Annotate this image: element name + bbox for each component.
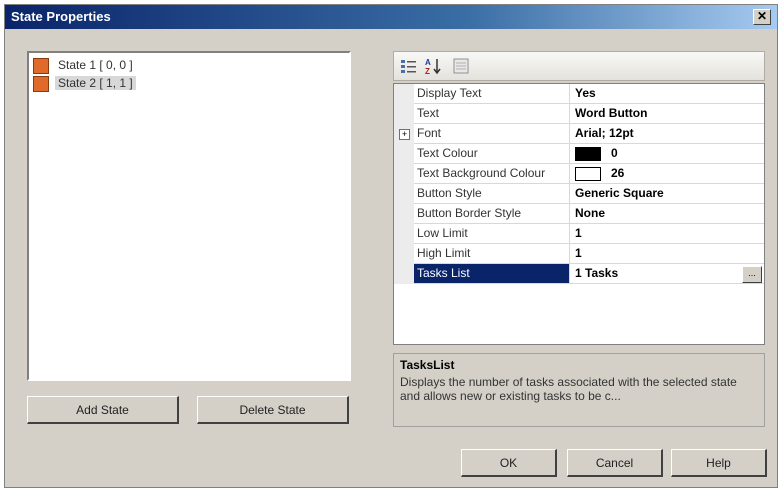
property-row[interactable]: Tasks List 1 Tasks ... — [394, 264, 764, 284]
title-bar: State Properties ✕ — [5, 5, 777, 29]
property-name: Button Border Style — [414, 204, 570, 223]
svg-text:A: A — [425, 58, 431, 67]
property-name: Low Limit — [414, 224, 570, 243]
alphabetical-sort-icon[interactable]: AZ — [424, 57, 442, 76]
property-value: 1 — [575, 246, 582, 260]
property-row[interactable]: High Limit 1 — [394, 244, 764, 264]
property-row[interactable]: Button Border Style None — [394, 204, 764, 224]
close-icon: ✕ — [756, 9, 768, 23]
ok-button[interactable]: OK — [461, 449, 557, 477]
state-list-item[interactable]: State 1 [ 0, 0 ] — [33, 57, 136, 74]
state-color-icon — [33, 57, 49, 74]
description-title: TasksList — [400, 358, 455, 372]
property-name: Text Colour — [414, 144, 570, 163]
property-name: Text — [414, 104, 570, 123]
row-gutter — [394, 84, 414, 104]
help-button[interactable]: Help — [671, 449, 767, 477]
property-row[interactable]: + Font Arial; 12pt — [394, 124, 764, 144]
property-name: Tasks List — [414, 264, 570, 283]
row-gutter — [394, 244, 414, 264]
property-name: Button Style — [414, 184, 570, 203]
row-gutter — [394, 264, 414, 284]
color-swatch — [575, 146, 601, 161]
property-value: 1 — [575, 226, 582, 240]
state-properties-dialog: State Properties ✕ State 1 [ 0, 0 ] Stat… — [4, 4, 778, 488]
property-row[interactable]: Text Colour 0 — [394, 144, 764, 164]
close-button[interactable]: ✕ — [753, 9, 771, 25]
property-value: 1 Tasks — [575, 266, 619, 280]
property-panel: AZ Display Text Yes Text Word Button + F… — [393, 51, 765, 427]
row-gutter — [394, 204, 414, 224]
property-value-cell: 1 Tasks ... — [575, 264, 764, 283]
row-gutter — [394, 104, 414, 124]
property-value: Generic Square — [575, 186, 664, 200]
property-value: Word Button — [575, 106, 648, 120]
property-value: Arial; 12pt — [575, 126, 634, 140]
property-value: 0 — [611, 146, 618, 160]
delete-state-button[interactable]: Delete State — [197, 396, 349, 424]
property-row[interactable]: Display Text Yes — [394, 84, 764, 104]
property-row[interactable]: Low Limit 1 — [394, 224, 764, 244]
row-gutter — [394, 224, 414, 244]
property-value: None — [575, 206, 605, 220]
expand-icon[interactable]: + — [399, 129, 410, 140]
property-value-cell: 26 — [575, 164, 764, 183]
row-gutter — [394, 184, 414, 204]
property-name: Text Background Colour — [414, 164, 570, 183]
state-list-item[interactable]: State 2 [ 1, 1 ] — [33, 75, 136, 92]
property-pages-icon[interactable] — [452, 57, 470, 75]
property-row[interactable]: Text Background Colour 26 — [394, 164, 764, 184]
state-label: State 2 [ 1, 1 ] — [55, 76, 136, 90]
add-state-button[interactable]: Add State — [27, 396, 179, 424]
color-swatch — [575, 166, 601, 181]
tasks-list-ellipsis-button[interactable]: ... — [742, 266, 762, 283]
property-toolbar: AZ — [393, 51, 765, 81]
property-name: Display Text — [414, 84, 570, 103]
property-row[interactable]: Text Word Button — [394, 104, 764, 124]
property-name: High Limit — [414, 244, 570, 263]
state-label: State 1 [ 0, 0 ] — [58, 58, 133, 72]
property-description: TasksList Displays the number of tasks a… — [393, 353, 765, 427]
row-gutter — [394, 144, 414, 164]
cancel-button[interactable]: Cancel — [567, 449, 663, 477]
svg-text:Z: Z — [425, 67, 430, 75]
property-name: Font — [414, 124, 570, 143]
row-gutter: + — [394, 124, 414, 144]
property-row[interactable]: Button Style Generic Square — [394, 184, 764, 204]
state-color-icon — [33, 75, 49, 92]
property-grid: Display Text Yes Text Word Button + Font… — [393, 83, 765, 345]
state-list[interactable]: State 1 [ 0, 0 ] State 2 [ 1, 1 ] — [27, 51, 351, 381]
window-title: State Properties — [11, 9, 111, 24]
categorized-icon[interactable] — [400, 57, 418, 75]
property-value: Yes — [575, 86, 596, 100]
description-text: Displays the number of tasks associated … — [400, 375, 737, 403]
property-value: 26 — [611, 166, 625, 180]
row-gutter — [394, 164, 414, 184]
property-value-cell: 0 — [575, 144, 764, 163]
